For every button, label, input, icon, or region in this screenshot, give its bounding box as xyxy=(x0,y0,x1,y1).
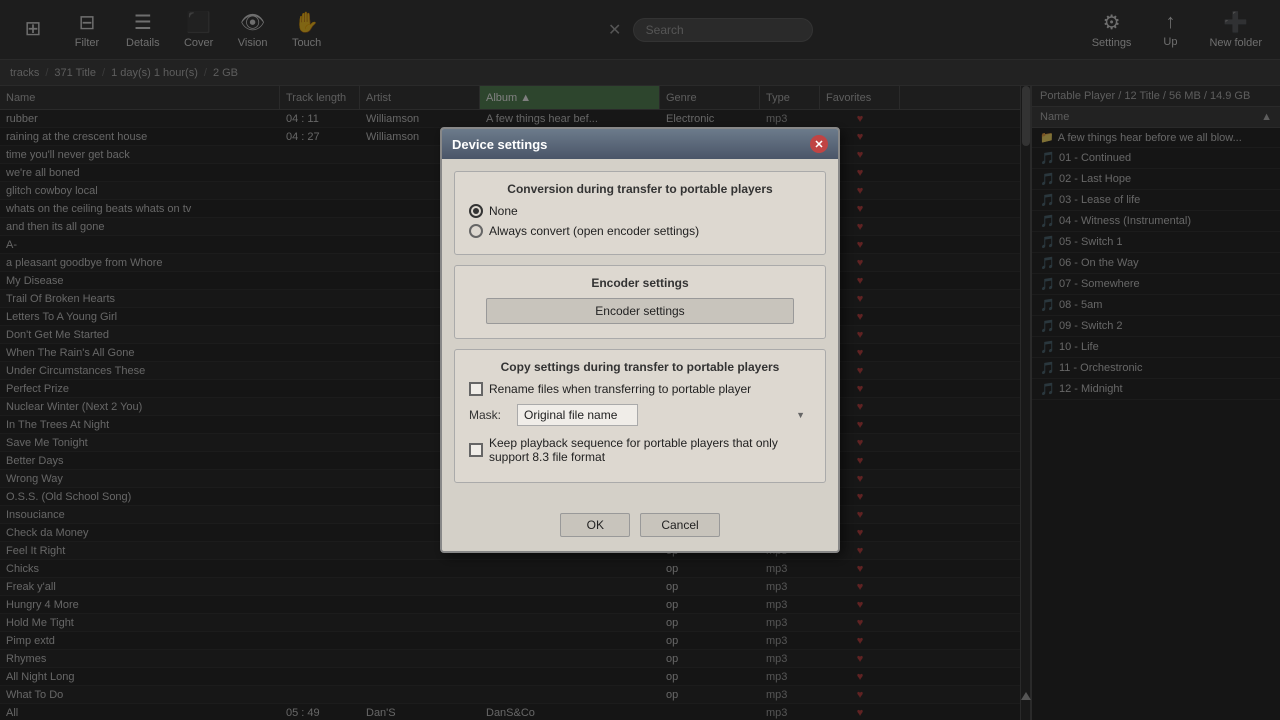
radio-none-dot xyxy=(473,208,479,214)
encoder-title: Encoder settings xyxy=(469,276,811,290)
encoder-settings-btn[interactable]: Encoder settings xyxy=(486,298,794,324)
modal-body: Conversion during transfer to portable p… xyxy=(442,159,838,505)
modal-title: Device settings xyxy=(452,137,547,152)
radio-none-btn[interactable] xyxy=(469,204,483,218)
mask-label: Mask: xyxy=(469,408,509,422)
modal-close-btn[interactable]: ✕ xyxy=(810,135,828,153)
radio-convert-btn[interactable] xyxy=(469,224,483,238)
mask-row: Mask: Original file name Track number - … xyxy=(469,404,811,426)
radio-none[interactable]: None xyxy=(469,204,811,218)
modal-footer: OK Cancel xyxy=(442,505,838,551)
mask-select[interactable]: Original file name Track number - Title … xyxy=(517,404,638,426)
rename-checkbox-row[interactable]: Rename files when transferring to portab… xyxy=(469,382,811,396)
modal-titlebar: Device settings ✕ xyxy=(442,129,838,159)
encoder-section: Encoder settings Encoder settings xyxy=(454,265,826,339)
conversion-title: Conversion during transfer to portable p… xyxy=(469,182,811,196)
conversion-section: Conversion during transfer to portable p… xyxy=(454,171,826,255)
modal-overlay: Device settings ✕ Conversion during tran… xyxy=(0,0,1280,720)
rename-label: Rename files when transferring to portab… xyxy=(489,382,751,396)
playback-checkbox-row[interactable]: Keep playback sequence for portable play… xyxy=(469,436,811,464)
cancel-btn[interactable]: Cancel xyxy=(640,513,719,537)
copy-section: Copy settings during transfer to portabl… xyxy=(454,349,826,483)
copy-title: Copy settings during transfer to portabl… xyxy=(469,360,811,374)
ok-btn[interactable]: OK xyxy=(560,513,630,537)
radio-none-label: None xyxy=(489,204,518,218)
rename-checkbox[interactable] xyxy=(469,382,483,396)
radio-convert-label: Always convert (open encoder settings) xyxy=(489,224,699,238)
playback-checkbox[interactable] xyxy=(469,443,483,457)
radio-always-convert[interactable]: Always convert (open encoder settings) xyxy=(469,224,811,238)
device-settings-modal: Device settings ✕ Conversion during tran… xyxy=(440,127,840,553)
playback-label: Keep playback sequence for portable play… xyxy=(489,436,811,464)
mask-select-wrap: Original file name Track number - Title … xyxy=(517,404,811,426)
